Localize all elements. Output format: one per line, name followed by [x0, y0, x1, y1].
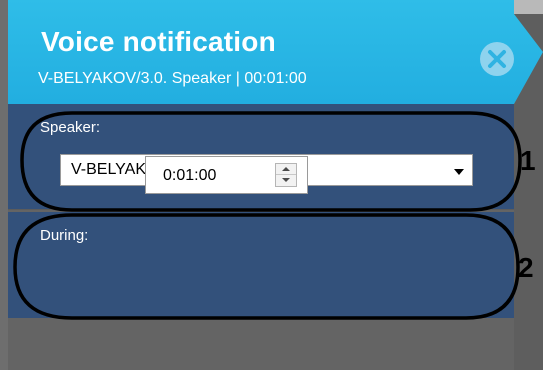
- header-title: Voice notification: [41, 26, 276, 57]
- during-label: During:: [40, 227, 89, 244]
- voice-notification-window: Voice notification V-BELYAKOV/3.0. Speak…: [0, 0, 543, 370]
- right-sidebar-top: [514, 0, 543, 14]
- annotation-marker-2: 2: [518, 252, 534, 283]
- close-button[interactable]: [480, 42, 514, 76]
- spin-up-icon[interactable]: [276, 164, 296, 175]
- chevron-down-icon: [454, 169, 464, 175]
- annotation-marker-1: 1: [520, 145, 536, 176]
- left-edge: [0, 0, 8, 370]
- spin-down-icon[interactable]: [276, 175, 296, 186]
- duration-spinner[interactable]: 0:01:00: [145, 156, 308, 194]
- during-section: During:: [8, 212, 514, 318]
- spin-buttons: [275, 163, 297, 187]
- header-subtitle: V-BELYAKOV/3.0. Speaker | 00:01:00: [38, 70, 307, 87]
- notification-header: Voice notification V-BELYAKOV/3.0. Speak…: [8, 0, 543, 104]
- speaker-label: Speaker:: [40, 119, 101, 136]
- duration-value[interactable]: 0:01:00: [163, 167, 216, 185]
- settings-panel: Speaker: V-BELYAKOV/3.0. Speaker During:: [8, 104, 514, 370]
- close-icon: [488, 50, 506, 68]
